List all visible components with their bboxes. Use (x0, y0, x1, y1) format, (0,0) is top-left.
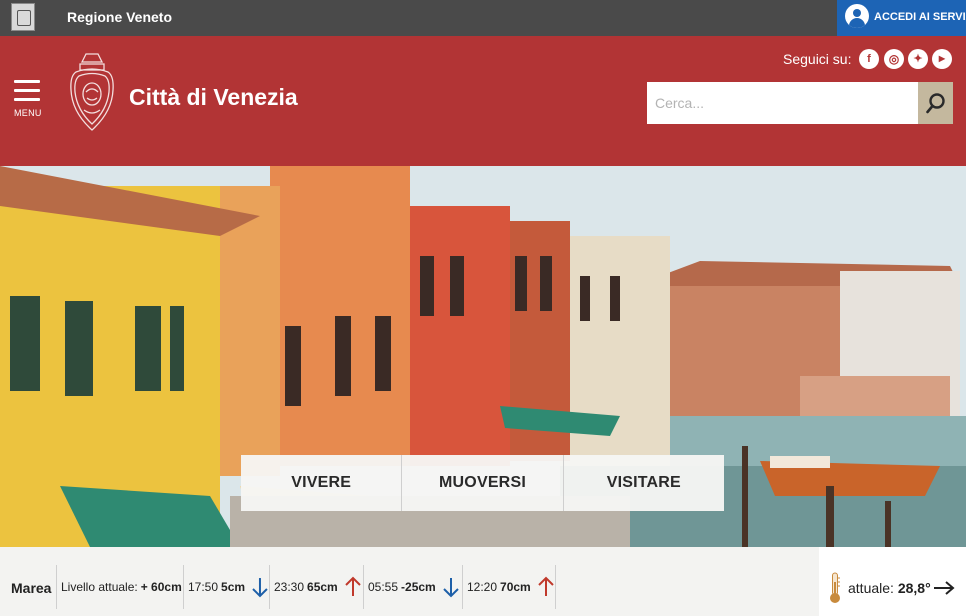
top-bar: Regione Veneto ACCEDI AI SERVIZI (0, 0, 966, 36)
tide-forecast-level: 5cm (221, 580, 246, 594)
tide-current: Livello attuale: + 60cm (56, 565, 183, 609)
user-icon (845, 4, 869, 28)
tide-forecast-level: 65cm (307, 580, 338, 594)
tide-forecast-time: 05:55 (368, 580, 399, 594)
nav-vivere[interactable]: VIVERE (241, 455, 403, 511)
arrow-up-icon (345, 576, 361, 596)
arrow-down-icon (252, 578, 268, 598)
thermometer-icon (830, 572, 840, 603)
menu-button[interactable]: MENU (12, 80, 42, 120)
site-header: MENU Città di Venezia Seguici su: f ◎ ✦ … (0, 36, 966, 166)
arrow-down-icon (443, 578, 459, 598)
tide-forecast: 23:30 65cm (269, 565, 363, 609)
main-nav: VIVERE MUOVERSI VISITARE (241, 455, 724, 511)
tide-label[interactable]: Marea (11, 580, 51, 596)
weather-prefix: attuale: (848, 580, 894, 596)
arrow-right-icon[interactable] (933, 581, 955, 595)
tide-forecast-time: 12:20 (467, 580, 498, 594)
search-icon (926, 93, 945, 114)
arrow-up-icon (538, 576, 554, 596)
tide-forecast: 12:20 70cm (462, 565, 556, 609)
accedi-ai-servizi-button[interactable]: ACCEDI AI SERVIZI (837, 0, 966, 36)
tide-forecast-level: -25cm (401, 580, 436, 594)
youtube-icon[interactable]: ▶ (932, 49, 952, 69)
menu-label: MENU (14, 108, 42, 118)
follow-us-label: Seguici su: (783, 51, 852, 67)
tide-forecast-time: 23:30 (274, 580, 305, 594)
weather-value: 28,8° (897, 580, 931, 596)
tide-forecast: 05:55 -25cm (363, 565, 462, 609)
site-title[interactable]: Città di Venezia (129, 84, 298, 111)
tide-forecast-time: 17:50 (188, 580, 219, 594)
venezia-crest-logo[interactable] (68, 52, 116, 134)
instagram-icon[interactable]: ◎ (884, 49, 904, 69)
search-button[interactable] (918, 82, 953, 124)
nav-muoversi[interactable]: MUOVERSI (402, 455, 564, 511)
tide-forecast: 17:50 5cm (183, 565, 269, 609)
tide-current-prefix: Livello attuale: (61, 580, 138, 594)
region-name-link[interactable]: Regione Veneto (67, 9, 172, 25)
facebook-icon[interactable]: f (859, 49, 879, 69)
nav-visitare[interactable]: VISITARE (563, 455, 724, 511)
twitter-icon[interactable]: ✦ (908, 49, 928, 69)
hamburger-icon (14, 80, 40, 107)
weather-current: attuale: 28,8° (848, 580, 931, 596)
tide-forecast-level: 70cm (500, 580, 531, 594)
regione-veneto-logo[interactable] (11, 3, 35, 31)
accedi-label: ACCEDI AI SERVIZI (874, 11, 966, 23)
weather-widget[interactable]: attuale: 28,8° (819, 547, 966, 616)
tide-current-value: + 60cm (140, 580, 182, 594)
tide-weather-bar: Marea Livello attuale: + 60cm 17:50 5cm … (0, 547, 966, 616)
search-input[interactable] (647, 82, 918, 124)
